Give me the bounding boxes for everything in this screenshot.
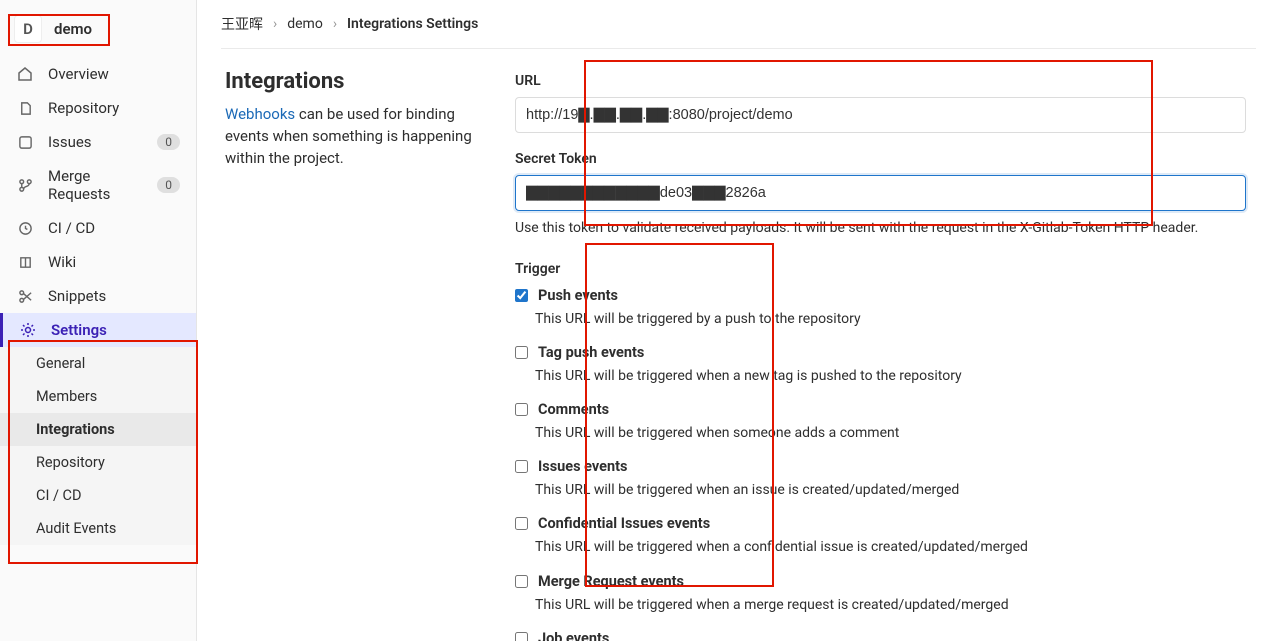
trigger-item: Confidential Issues events This URL will … <box>515 515 1246 556</box>
sidebar-item-label: Overview <box>48 65 180 83</box>
sidebar-item-label: Merge Requests <box>48 167 143 203</box>
trigger-desc: This URL will be triggered when a confid… <box>535 538 1246 556</box>
subnav-general[interactable]: General <box>0 347 196 380</box>
chevron-right-icon: › <box>273 16 277 32</box>
file-icon <box>16 101 34 116</box>
url-input[interactable] <box>515 97 1246 133</box>
sidebar-item-repository[interactable]: Repository <box>0 91 196 125</box>
subnav-cicd[interactable]: CI / CD <box>0 479 196 512</box>
page-title: Integrations <box>225 69 485 94</box>
trigger-desc: This URL will be triggered when a new ta… <box>535 367 1246 385</box>
book-icon <box>16 255 34 270</box>
url-label: URL <box>515 73 1246 89</box>
project-avatar: D <box>14 15 42 43</box>
intro-text: Webhooks can be used for binding events … <box>225 104 485 169</box>
scissors-icon <box>16 289 34 304</box>
trigger-item: Tag push events This URL will be triggere… <box>515 344 1246 385</box>
trigger-item: Comments This URL will be triggered when … <box>515 401 1246 442</box>
issues-count: 0 <box>157 134 180 150</box>
sidebar-item-settings[interactable]: Settings <box>0 313 196 347</box>
trigger-desc: This URL will be triggered when an issue… <box>535 481 1246 499</box>
secret-token-label: Secret Token <box>515 151 1246 167</box>
trigger-item: Job eventsThis URL will be triggered whe… <box>515 630 1246 641</box>
trigger-item: Merge Request events This URL will be tri… <box>515 573 1246 614</box>
trigger-title[interactable]: Merge Request events <box>538 573 684 590</box>
trigger-title[interactable]: Confidential Issues events <box>538 515 710 532</box>
sidebar: D demo Overview Repository Issues 0 Merg… <box>0 0 197 641</box>
sidebar-item-label: Snippets <box>48 287 180 305</box>
gear-icon <box>19 322 37 338</box>
trigger-title[interactable]: Push events <box>538 287 618 304</box>
breadcrumb-page: Integrations Settings <box>347 16 478 32</box>
webhooks-link[interactable]: Webhooks <box>225 105 295 123</box>
trigger-desc: This URL will be triggered by a push to … <box>535 310 1246 328</box>
trigger-label: Trigger <box>515 261 1246 277</box>
trigger-checkbox[interactable] <box>515 460 528 473</box>
home-icon <box>16 66 34 82</box>
trigger-checkbox[interactable] <box>515 289 528 302</box>
sidebar-item-snippets[interactable]: Snippets <box>0 279 196 313</box>
trigger-checkbox[interactable] <box>515 346 528 359</box>
breadcrumb: 王亚晖 › demo › Integrations Settings <box>221 14 1256 49</box>
trigger-title[interactable]: Issues events <box>538 458 627 475</box>
trigger-title[interactable]: Comments <box>538 401 609 418</box>
sidebar-item-label: CI / CD <box>48 219 180 237</box>
trigger-desc: This URL will be triggered when a merge … <box>535 596 1246 614</box>
chevron-right-icon: › <box>333 16 337 32</box>
mr-count: 0 <box>157 177 180 193</box>
sidebar-item-wiki[interactable]: Wiki <box>0 245 196 279</box>
trigger-item: Push events This URL will be triggered by… <box>515 287 1246 328</box>
project-header[interactable]: D demo <box>10 15 186 43</box>
breadcrumb-user[interactable]: 王亚晖 <box>221 14 263 34</box>
sidebar-item-label: Wiki <box>48 253 180 271</box>
trigger-title[interactable]: Tag push events <box>538 344 644 361</box>
secret-token-input[interactable] <box>515 175 1246 211</box>
trigger-checkbox[interactable] <box>515 632 528 641</box>
trigger-desc: This URL will be triggered when someone … <box>535 424 1246 442</box>
trigger-checkbox[interactable] <box>515 403 528 416</box>
project-name: demo <box>54 20 92 38</box>
main-content: 王亚晖 › demo › Integrations Settings Integ… <box>197 0 1280 641</box>
subnav-integrations[interactable]: Integrations <box>0 413 196 446</box>
sidebar-item-label: Settings <box>51 321 180 339</box>
sidebar-item-cicd[interactable]: CI / CD <box>0 211 196 245</box>
trigger-checkbox[interactable] <box>515 575 528 588</box>
trigger-title[interactable]: Job events <box>538 630 609 641</box>
sidebar-item-label: Repository <box>48 99 180 117</box>
sidebar-item-merge-requests[interactable]: Merge Requests 0 <box>0 159 196 211</box>
trigger-checkbox[interactable] <box>515 517 528 530</box>
sidebar-item-label: Issues <box>48 133 143 151</box>
settings-subnav: General Members Integrations Repository … <box>0 347 196 545</box>
subnav-repository[interactable]: Repository <box>0 446 196 479</box>
sidebar-item-overview[interactable]: Overview <box>0 57 196 91</box>
sidebar-item-issues[interactable]: Issues 0 <box>0 125 196 159</box>
subnav-audit-events[interactable]: Audit Events <box>0 512 196 545</box>
cicd-icon <box>16 221 34 236</box>
subnav-members[interactable]: Members <box>0 380 196 413</box>
merge-icon <box>16 178 34 193</box>
breadcrumb-project[interactable]: demo <box>287 16 323 32</box>
issues-icon <box>16 135 34 150</box>
trigger-item: Issues events This URL will be triggered … <box>515 458 1246 499</box>
secret-token-help: Use this token to validate received payl… <box>515 219 1246 239</box>
